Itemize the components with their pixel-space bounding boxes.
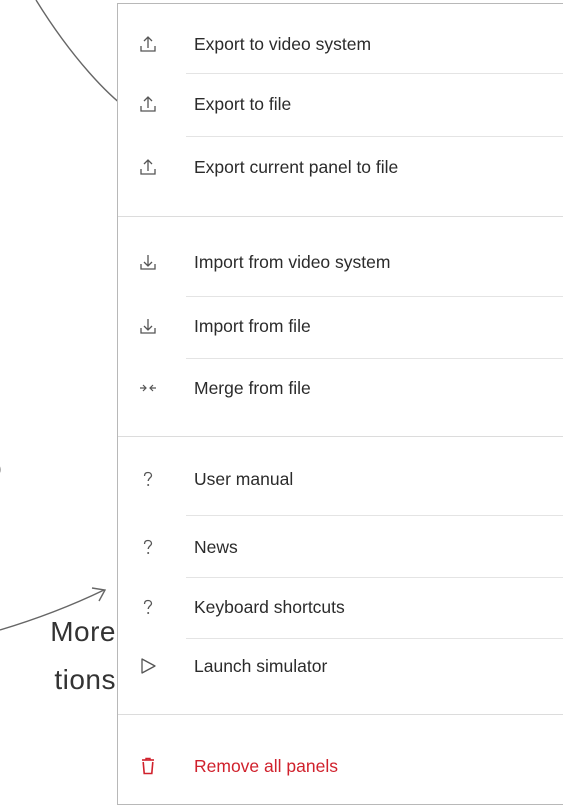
menu-item-label: Merge from file	[194, 377, 311, 398]
help-icon	[136, 535, 160, 559]
menu-item-label: News	[194, 536, 238, 557]
menu-item-remove-all-panels[interactable]: Remove all panels	[118, 736, 563, 796]
menu-item-label: Keyboard shortcuts	[194, 596, 345, 617]
help-icon	[136, 467, 160, 491]
menu-item-export-file[interactable]: Export to file	[118, 74, 563, 134]
menu-item-export-current-panel[interactable]: Export current panel to file	[118, 137, 563, 197]
menu-item-launch-simulator[interactable]: Launch simulator	[118, 636, 563, 696]
menu-item-label: Export to video system	[194, 33, 372, 54]
callout-fragment-left: o	[0, 444, 30, 492]
group-divider	[118, 216, 563, 217]
play-icon	[136, 654, 160, 678]
trash-icon	[136, 754, 160, 778]
export-icon	[136, 32, 160, 56]
divider	[186, 515, 563, 516]
merge-icon	[136, 376, 160, 400]
menu-item-label: Import from video system	[194, 251, 391, 272]
menu-item-label: Export current panel to file	[194, 156, 399, 177]
menu-item-export-video-system[interactable]: Export to video system	[118, 14, 563, 74]
menu-item-import-file[interactable]: Import from file	[118, 296, 563, 356]
menu-item-user-manual[interactable]: User manual	[118, 449, 563, 509]
help-icon	[136, 595, 160, 619]
menu-item-import-video-system[interactable]: Import from video system	[118, 232, 563, 292]
menu-item-label: Launch simulator	[194, 655, 328, 676]
context-menu: Export to video system Export to file Ex…	[117, 3, 563, 805]
menu-item-label: User manual	[194, 468, 294, 489]
menu-item-label: Export to file	[194, 93, 292, 114]
import-icon	[136, 314, 160, 338]
menu-item-merge-file[interactable]: Merge from file	[118, 358, 563, 418]
group-divider	[118, 436, 563, 437]
menu-item-label: Remove all panels	[194, 755, 338, 776]
export-icon	[136, 92, 160, 116]
import-icon	[136, 250, 160, 274]
screenshot-stage: o More tions Export to video system Expo…	[0, 0, 563, 811]
group-divider	[118, 714, 563, 715]
menu-item-keyboard-shortcuts[interactable]: Keyboard shortcuts	[118, 577, 563, 637]
menu-item-label: Import from file	[194, 315, 311, 336]
callout-more-options: More tions	[50, 616, 116, 695]
menu-item-news[interactable]: News	[118, 517, 563, 577]
export-icon	[136, 155, 160, 179]
